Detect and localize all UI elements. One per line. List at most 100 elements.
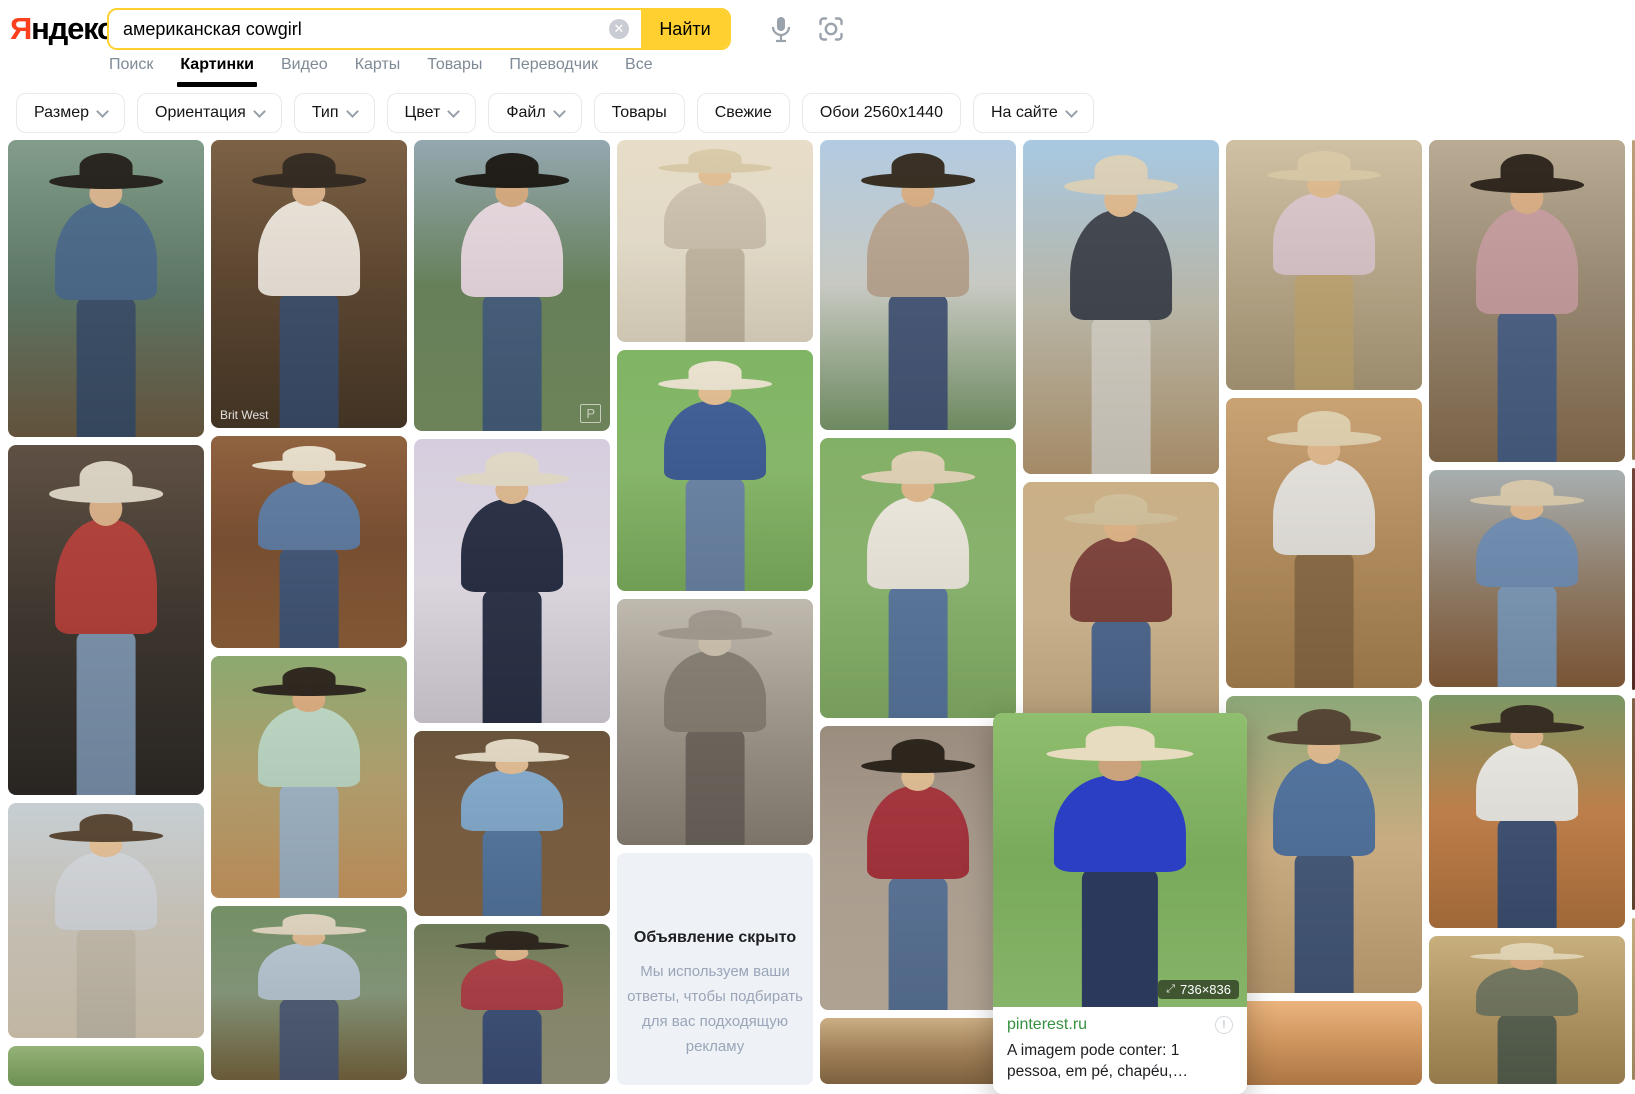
image-result[interactable] <box>1226 140 1422 390</box>
photo-jeans-shape <box>77 631 136 796</box>
tab-1-картинки[interactable]: Картинки <box>180 56 254 87</box>
image-result[interactable] <box>1429 936 1625 1084</box>
filter-chip-1[interactable]: Ориентация <box>137 93 282 133</box>
photo-brim-shape <box>658 627 772 639</box>
chevron-down-icon <box>346 105 359 118</box>
tab-4-товары[interactable]: Товары <box>427 56 482 87</box>
filter-chip-7[interactable]: Обои 2560x1440 <box>802 93 961 133</box>
photo-shirt-shape <box>461 770 563 831</box>
photo-watermark: Brit West <box>220 408 268 422</box>
photo-jeans-shape <box>280 784 339 898</box>
photo-jeans-shape <box>280 998 339 1080</box>
microphone-icon[interactable] <box>769 15 793 50</box>
filter-chip-label: Ориентация <box>155 104 246 122</box>
image-result[interactable] <box>617 350 813 591</box>
filter-chip-5[interactable]: Товары <box>594 93 685 133</box>
tab-2-видео[interactable]: Видео <box>281 56 328 87</box>
image-result[interactable] <box>414 439 610 723</box>
tab-6-все[interactable]: Все <box>625 56 653 87</box>
photo-shirt-shape <box>461 499 563 593</box>
photo-jeans-shape <box>1092 317 1151 474</box>
image-result[interactable] <box>1429 470 1625 687</box>
filter-chip-label: Цвет <box>405 104 441 122</box>
image-result[interactable] <box>1023 482 1219 742</box>
filter-chip-4[interactable]: Файл <box>488 93 581 133</box>
photo-brim-shape <box>455 752 569 761</box>
filter-chip-label: На сайте <box>991 104 1058 122</box>
ad-hidden-description: Мы используем ваши ответы, чтобы подбира… <box>626 959 804 1059</box>
image-result[interactable] <box>617 140 813 342</box>
info-icon[interactable]: ! <box>1215 1016 1233 1034</box>
tab-3-карты[interactable]: Карты <box>355 56 401 87</box>
photo-jeans-shape <box>1498 818 1557 928</box>
photo-jeans-shape <box>889 294 948 430</box>
clear-search-icon[interactable]: ✕ <box>609 19 629 39</box>
photo-shirt-shape <box>664 182 766 249</box>
image-result[interactable] <box>414 731 610 916</box>
image-result[interactable] <box>1226 696 1422 993</box>
preview-info: pinterest.ru ! A imagem pode conter: 1 p… <box>993 1007 1247 1094</box>
photo-shirt-shape <box>1054 775 1186 872</box>
search-button[interactable]: Найти <box>641 10 729 48</box>
photo-brim-shape <box>1046 747 1193 762</box>
tab-0-поиск[interactable]: Поиск <box>109 56 153 87</box>
tab-5-переводчик[interactable]: Переводчик <box>509 56 598 87</box>
photo-brim-shape <box>1470 495 1584 506</box>
photo-watermark: P <box>580 404 601 423</box>
photo-shirt-shape <box>1476 208 1578 314</box>
photo-brim-shape <box>455 942 569 950</box>
image-size-badge: ⤢ 736×836 <box>1158 980 1239 999</box>
yandex-logo[interactable]: Яндекс <box>10 11 113 47</box>
preview-image[interactable]: ⤢ 736×836 <box>993 713 1247 1007</box>
filter-chip-0[interactable]: Размер <box>16 93 125 133</box>
image-result[interactable] <box>1226 1001 1422 1085</box>
image-result[interactable] <box>211 656 407 898</box>
photo-shirt-shape <box>1273 459 1375 555</box>
image-search-camera-icon[interactable] <box>817 15 845 48</box>
photo-shirt-shape <box>1070 537 1172 623</box>
image-result[interactable] <box>1226 398 1422 688</box>
image-result[interactable] <box>211 906 407 1080</box>
image-result[interactable] <box>8 445 204 795</box>
photo-shirt-shape <box>55 202 157 300</box>
photo-jeans-shape <box>1295 273 1354 391</box>
photo-shirt-shape <box>258 200 360 295</box>
image-result[interactable] <box>8 1046 204 1086</box>
photo-brim-shape <box>455 173 569 188</box>
filter-chip-label: Тип <box>312 104 339 122</box>
image-result[interactable] <box>617 599 813 845</box>
chevron-down-icon <box>253 105 266 118</box>
image-result[interactable] <box>1429 140 1625 462</box>
image-result[interactable] <box>8 140 204 437</box>
photo-brim-shape <box>1470 722 1584 734</box>
photo-jeans-shape <box>1498 585 1557 687</box>
image-result[interactable] <box>1023 140 1219 474</box>
logo-letter-ya: Я <box>10 11 31 46</box>
photo-shirt-shape <box>258 481 360 551</box>
filter-chip-8[interactable]: На сайте <box>973 93 1094 133</box>
search-input[interactable] <box>109 10 609 48</box>
image-result[interactable] <box>820 438 1016 718</box>
photo-jeans-shape <box>1295 552 1354 688</box>
image-result[interactable] <box>820 140 1016 430</box>
image-result[interactable] <box>1429 695 1625 928</box>
image-result[interactable] <box>414 924 610 1084</box>
photo-jeans-shape <box>483 1009 542 1084</box>
image-result[interactable] <box>211 436 407 648</box>
photo-jeans-shape <box>1498 1014 1557 1084</box>
filter-chip-2[interactable]: Тип <box>294 93 375 133</box>
photo-brim-shape <box>861 173 975 188</box>
photo-shirt-shape <box>867 786 969 880</box>
photo-jeans-shape <box>686 729 745 845</box>
image-result[interactable]: P <box>414 140 610 431</box>
source-domain-link[interactable]: pinterest.ru <box>1007 1016 1087 1034</box>
image-result[interactable] <box>820 726 1016 1010</box>
image-preview-card[interactable]: ⤢ 736×836 pinterest.ru ! A imagem pode c… <box>993 713 1247 1094</box>
image-result[interactable] <box>820 1018 1016 1084</box>
filter-chip-3[interactable]: Цвет <box>387 93 477 133</box>
photo-shirt-shape <box>258 943 360 1000</box>
image-result[interactable]: Brit West <box>211 140 407 428</box>
image-result[interactable] <box>8 803 204 1038</box>
photo-shirt-shape <box>1273 193 1375 276</box>
filter-chip-6[interactable]: Свежие <box>697 93 790 133</box>
